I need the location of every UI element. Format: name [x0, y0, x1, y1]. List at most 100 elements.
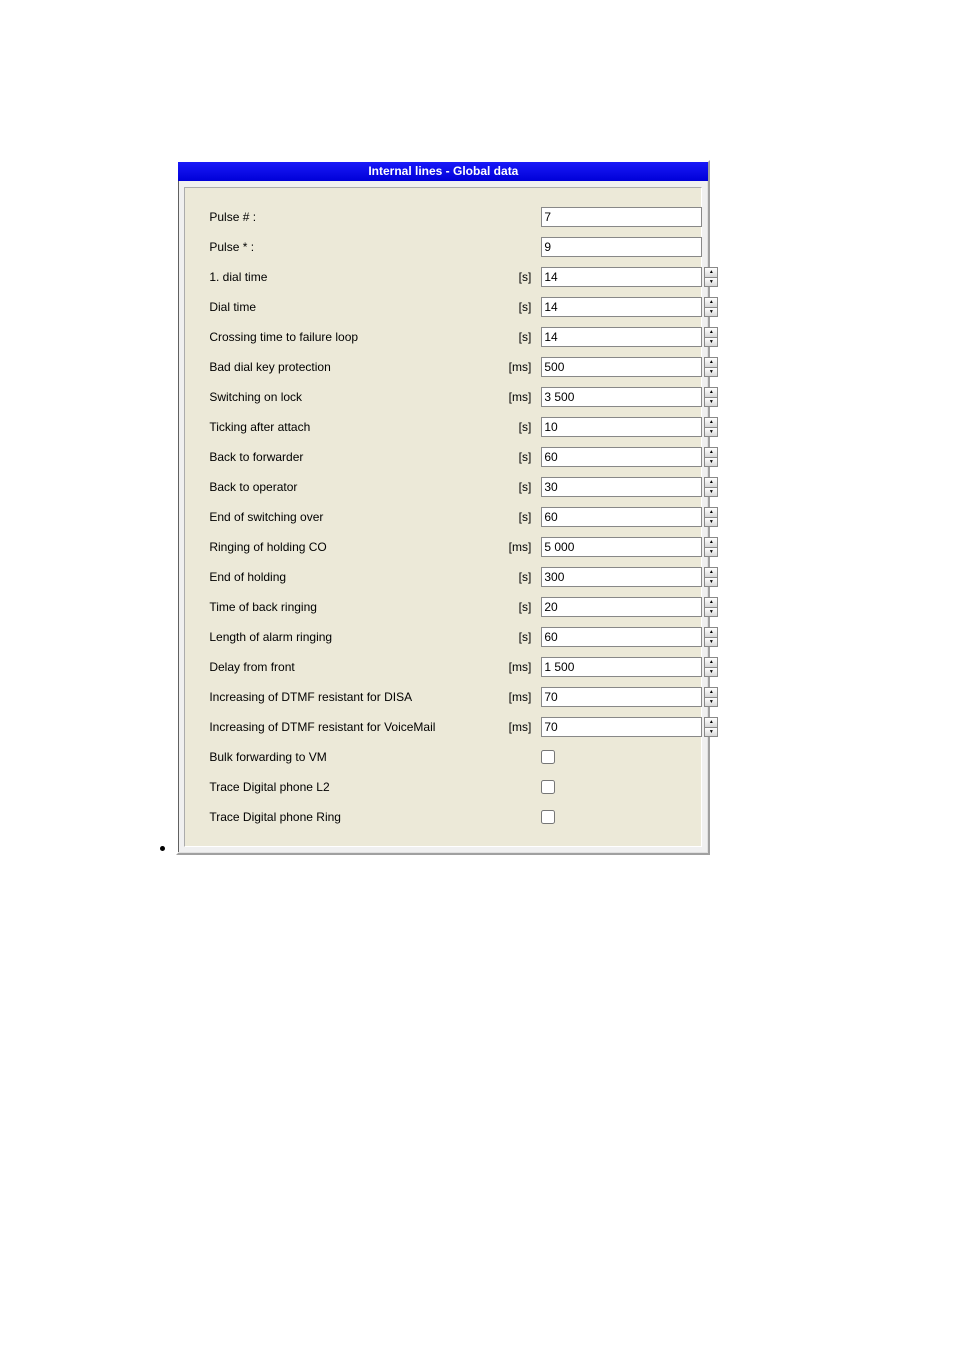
spin-down-button[interactable]: ▼ [704, 367, 718, 377]
param-row: Trace Digital phone Ring [209, 802, 685, 832]
spin-down-button[interactable]: ▼ [704, 697, 718, 707]
param-input[interactable] [541, 537, 702, 557]
param-input[interactable] [541, 597, 702, 617]
param-unit: [s] [479, 450, 541, 464]
spin-up-button[interactable]: ▲ [704, 327, 718, 337]
param-row: Trace Digital phone L2 [209, 772, 685, 802]
spin-up-button[interactable]: ▲ [704, 357, 718, 367]
spin-down-button[interactable]: ▼ [704, 727, 718, 737]
spin-up-button[interactable]: ▲ [704, 597, 718, 607]
spin-up-button[interactable]: ▲ [704, 537, 718, 547]
spin-up-button[interactable]: ▲ [704, 447, 718, 457]
param-input[interactable] [541, 387, 702, 407]
param-unit: [ms] [479, 390, 541, 404]
param-row: Switching on lock[ms]▲▼ [209, 382, 685, 412]
spin-buttons: ▲▼ [704, 687, 718, 707]
spin-down-button[interactable]: ▼ [704, 577, 718, 587]
param-row: Pulse # : [209, 202, 685, 232]
param-input[interactable] [541, 507, 702, 527]
param-unit: [s] [479, 330, 541, 344]
spin-up-button[interactable]: ▲ [704, 657, 718, 667]
param-input[interactable] [541, 267, 702, 287]
param-label: Dial time [209, 300, 479, 314]
param-input[interactable] [541, 357, 702, 377]
param-label: Back to operator [209, 480, 479, 494]
spin-up-button[interactable]: ▲ [704, 297, 718, 307]
param-unit: [s] [479, 630, 541, 644]
spin-buttons: ▲▼ [704, 447, 718, 467]
spin-buttons: ▲▼ [704, 417, 718, 437]
spin-up-button[interactable]: ▲ [704, 627, 718, 637]
param-checkbox[interactable] [541, 780, 555, 794]
param-label: Pulse # : [209, 210, 479, 224]
param-input[interactable] [541, 297, 702, 317]
param-label: Back to forwarder [209, 450, 479, 464]
param-input[interactable] [541, 717, 702, 737]
param-input[interactable] [541, 567, 702, 587]
param-row: End of holding[s]▲▼ [209, 562, 685, 592]
param-label: Length of alarm ringing [209, 630, 479, 644]
param-unit: [ms] [479, 540, 541, 554]
spin-buttons: ▲▼ [704, 477, 718, 497]
spin-down-button[interactable]: ▼ [704, 307, 718, 317]
spin-up-button[interactable]: ▲ [704, 387, 718, 397]
panel-title: Internal lines - Global data [178, 162, 708, 181]
param-input[interactable] [541, 477, 702, 497]
param-row: Delay from front[ms]▲▼ [209, 652, 685, 682]
param-label: End of holding [209, 570, 479, 584]
param-row: Back to forwarder[s]▲▼ [209, 442, 685, 472]
param-input[interactable] [541, 447, 702, 467]
spin-down-button[interactable]: ▼ [704, 607, 718, 617]
param-row: Dial time[s]▲▼ [209, 292, 685, 322]
spin-up-button[interactable]: ▲ [704, 567, 718, 577]
spin-down-button[interactable]: ▼ [704, 337, 718, 347]
list-bullet [160, 846, 165, 851]
spin-down-button[interactable]: ▼ [704, 547, 718, 557]
spin-up-button[interactable]: ▲ [704, 687, 718, 697]
param-label: Time of back ringing [209, 600, 479, 614]
spin-buttons: ▲▼ [704, 567, 718, 587]
param-row: End of switching over[s]▲▼ [209, 502, 685, 532]
param-label: Ticking after attach [209, 420, 479, 434]
param-unit: [s] [479, 300, 541, 314]
spin-up-button[interactable]: ▲ [704, 477, 718, 487]
spin-down-button[interactable]: ▼ [704, 637, 718, 647]
spin-buttons: ▲▼ [704, 327, 718, 347]
param-input[interactable] [541, 207, 702, 227]
param-input[interactable] [541, 627, 702, 647]
param-label: Increasing of DTMF resistant for VoiceMa… [209, 720, 479, 734]
param-unit: [s] [479, 570, 541, 584]
spin-down-button[interactable]: ▼ [704, 397, 718, 407]
spin-up-button[interactable]: ▲ [704, 507, 718, 517]
spin-down-button[interactable]: ▼ [704, 487, 718, 497]
param-checkbox[interactable] [541, 750, 555, 764]
spin-down-button[interactable]: ▼ [704, 667, 718, 677]
spin-buttons: ▲▼ [704, 597, 718, 617]
param-row: Bulk forwarding to VM [209, 742, 685, 772]
param-row: Ticking after attach[s]▲▼ [209, 412, 685, 442]
param-input[interactable] [541, 657, 702, 677]
spin-down-button[interactable]: ▼ [704, 457, 718, 467]
param-input[interactable] [541, 417, 702, 437]
spin-buttons: ▲▼ [704, 507, 718, 527]
spin-down-button[interactable]: ▼ [704, 427, 718, 437]
param-label: Pulse * : [209, 240, 479, 254]
spin-down-button[interactable]: ▼ [704, 277, 718, 287]
spin-buttons: ▲▼ [704, 387, 718, 407]
param-label: Switching on lock [209, 390, 479, 404]
param-label: Trace Digital phone Ring [209, 810, 479, 824]
spin-up-button[interactable]: ▲ [704, 267, 718, 277]
global-data-panel: Internal lines - Global data Pulse # : Pu… [176, 160, 710, 855]
param-checkbox[interactable] [541, 810, 555, 824]
spin-up-button[interactable]: ▲ [704, 417, 718, 427]
param-unit: [ms] [479, 720, 541, 734]
spin-down-button[interactable]: ▼ [704, 517, 718, 527]
spin-up-button[interactable]: ▲ [704, 717, 718, 727]
param-input[interactable] [541, 327, 702, 347]
param-input[interactable] [541, 687, 702, 707]
param-row: Bad dial key protection[ms]▲▼ [209, 352, 685, 382]
param-label: Crossing time to failure loop [209, 330, 479, 344]
param-row: 1. dial time[s]▲▼ [209, 262, 685, 292]
param-input[interactable] [541, 237, 702, 257]
param-label: Bad dial key protection [209, 360, 479, 374]
